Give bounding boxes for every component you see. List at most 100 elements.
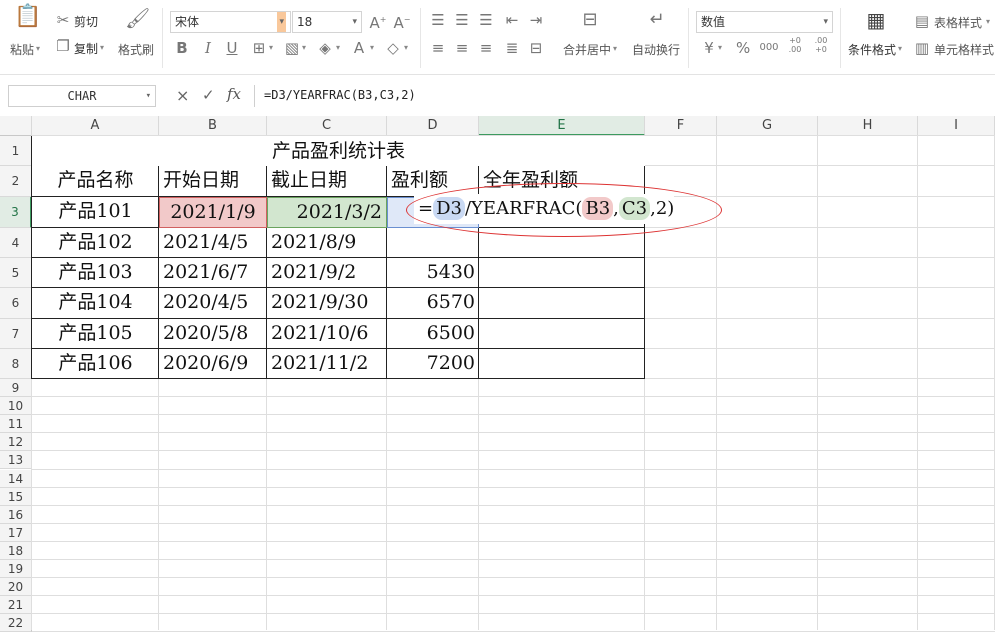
profit-cell[interactable]: 7200 <box>387 349 479 379</box>
select-all-corner[interactable] <box>0 116 32 136</box>
format-painter-button[interactable]: 格式刷 <box>118 41 154 58</box>
header-cell[interactable]: 开始日期 <box>159 166 267 197</box>
copy-dropdown-icon[interactable]: ▾ <box>100 43 104 52</box>
conditional-format-button[interactable]: 条件格式 <box>848 41 896 58</box>
cell-style-button[interactable]: 单元格样式 <box>934 41 994 58</box>
align-middle-icon[interactable]: ☰ <box>454 12 470 28</box>
end-date-cell[interactable]: 2021/8/9 <box>267 228 387 258</box>
start-date-cell[interactable]: 2020/4/5 <box>159 288 267 319</box>
header-cell[interactable]: 产品名称 <box>32 166 159 197</box>
border-icon[interactable]: ⊞ <box>250 40 268 56</box>
row-header-12[interactable]: 12 <box>0 433 32 452</box>
align-right-icon[interactable]: ≡ <box>478 40 494 56</box>
currency-icon[interactable]: ¥ <box>702 40 716 56</box>
indent-increase-icon[interactable]: ⇥ <box>528 12 544 28</box>
row-header-14[interactable]: 14 <box>0 469 32 488</box>
merge-dropdown-icon[interactable]: ▾ <box>613 44 617 53</box>
align-bottom-icon[interactable]: ☰ <box>478 12 494 28</box>
table-style-button[interactable]: 表格样式 <box>934 14 982 31</box>
font-size-select[interactable]: 18 ▾ <box>292 11 362 33</box>
row-header-9[interactable]: 9 <box>0 379 32 398</box>
row-header-18[interactable]: 18 <box>0 541 32 560</box>
merge-center-icon[interactable]: ⊟ <box>578 11 602 29</box>
confirm-icon[interactable]: ✓ <box>202 86 215 104</box>
paste-button[interactable]: 粘贴 <box>10 41 34 58</box>
decrease-font-icon[interactable]: A− <box>393 12 411 31</box>
indent-decrease-icon[interactable]: ⇤ <box>504 12 520 28</box>
distribute-icon[interactable]: ⊟ <box>528 40 544 56</box>
column-header-c[interactable]: C <box>267 116 387 136</box>
profit-cell[interactable]: 5430 <box>387 258 479 288</box>
start-date-cell[interactable]: 2020/6/9 <box>159 349 267 379</box>
align-center-icon[interactable]: ≡ <box>454 40 470 56</box>
product-name-cell[interactable]: 产品104 <box>32 288 159 319</box>
end-date-cell[interactable]: 2021/9/2 <box>267 258 387 288</box>
eraser-dropdown-icon[interactable]: ▾ <box>404 43 408 52</box>
row-header-19[interactable]: 19 <box>0 560 32 579</box>
scissors-icon[interactable]: ✂ <box>54 12 72 28</box>
number-format-select[interactable]: 数值 ▾ <box>696 11 833 33</box>
product-name-cell[interactable]: 产品105 <box>32 319 159 349</box>
paste-icon[interactable]: 📋 <box>14 6 41 35</box>
align-top-icon[interactable]: ☰ <box>430 12 446 28</box>
column-header-g[interactable]: G <box>717 116 818 136</box>
bold-button[interactable]: B <box>174 40 190 56</box>
row-header-17[interactable]: 17 <box>0 523 32 542</box>
conditional-format-dropdown-icon[interactable]: ▾ <box>898 44 902 53</box>
row-header-6[interactable]: 6 <box>0 288 32 319</box>
increase-decimal-icon[interactable]: +0 .00 <box>786 36 804 54</box>
column-header-a[interactable]: A <box>32 116 159 136</box>
eraser-icon[interactable]: ◇ <box>384 40 402 56</box>
row-header-4[interactable]: 4 <box>0 228 32 258</box>
copy-icon[interactable]: ❐ <box>54 38 72 54</box>
font-color-icon[interactable]: A <box>350 40 368 56</box>
column-header-e[interactable]: E <box>479 116 645 136</box>
row-header-22[interactable]: 22 <box>0 614 32 632</box>
font-color-dropdown-icon[interactable]: ▾ <box>370 43 374 52</box>
table-style-icon[interactable]: ▤ <box>914 13 930 29</box>
start-date-cell[interactable]: 2021/4/5 <box>159 228 267 258</box>
border-dropdown-icon[interactable]: ▾ <box>269 43 273 52</box>
end-date-cell[interactable]: 2021/10/6 <box>267 319 387 349</box>
column-header-i[interactable]: I <box>918 116 995 136</box>
italic-button[interactable]: I <box>200 40 216 56</box>
font-name-select[interactable]: 宋体 ▾ <box>170 11 291 33</box>
column-header-b[interactable]: B <box>159 116 267 136</box>
wrap-text-button[interactable]: 自动换行 <box>632 41 680 58</box>
merge-center-button[interactable]: 合并居中 <box>563 41 611 58</box>
align-left-icon[interactable]: ≡ <box>430 40 446 56</box>
row-header-20[interactable]: 20 <box>0 578 32 597</box>
currency-dropdown-icon[interactable]: ▾ <box>718 43 722 52</box>
row-header-21[interactable]: 21 <box>0 596 32 615</box>
product-name-cell[interactable]: 产品102 <box>32 228 159 258</box>
copy-button[interactable]: 复制 <box>74 40 98 57</box>
fill-color-icon[interactable]: ◈ <box>316 40 334 56</box>
row-header-15[interactable]: 15 <box>0 487 32 506</box>
percent-icon[interactable]: % <box>736 40 750 56</box>
column-header-f[interactable]: F <box>645 116 717 136</box>
header-cell[interactable]: 截止日期 <box>267 166 387 197</box>
row-header-5[interactable]: 5 <box>0 258 32 288</box>
product-name-cell[interactable]: 产品101 <box>32 197 159 228</box>
row-header-1[interactable]: 1 <box>0 136 32 166</box>
start-date-cell[interactable]: 2021/6/7 <box>159 258 267 288</box>
table-style-dropdown-icon[interactable]: ▾ <box>986 17 990 26</box>
end-date-cell[interactable]: 2021/3/2 <box>267 197 387 228</box>
row-header-2[interactable]: 2 <box>0 166 32 197</box>
cancel-icon[interactable]: × <box>176 86 189 105</box>
row-header-3[interactable]: 3 <box>0 197 32 228</box>
column-header-h[interactable]: H <box>818 116 918 136</box>
paste-dropdown-icon[interactable]: ▾ <box>36 44 40 53</box>
cell-style-dropdown-icon[interactable]: ▾ <box>302 43 306 52</box>
start-date-cell[interactable]: 2020/5/8 <box>159 319 267 349</box>
thousands-separator-icon[interactable]: 000 <box>758 40 780 56</box>
cell-style-gallery-icon[interactable]: ▥ <box>914 40 930 56</box>
product-name-cell[interactable]: 产品106 <box>32 349 159 379</box>
row-header-11[interactable]: 11 <box>0 415 32 434</box>
row-header-10[interactable]: 10 <box>0 397 32 416</box>
row-header-8[interactable]: 8 <box>0 349 32 379</box>
fill-color-dropdown-icon[interactable]: ▾ <box>336 43 340 52</box>
row-header-13[interactable]: 13 <box>0 451 32 470</box>
fx-icon[interactable]: fx <box>227 85 241 103</box>
conditional-format-icon[interactable]: ▦ <box>864 10 888 30</box>
